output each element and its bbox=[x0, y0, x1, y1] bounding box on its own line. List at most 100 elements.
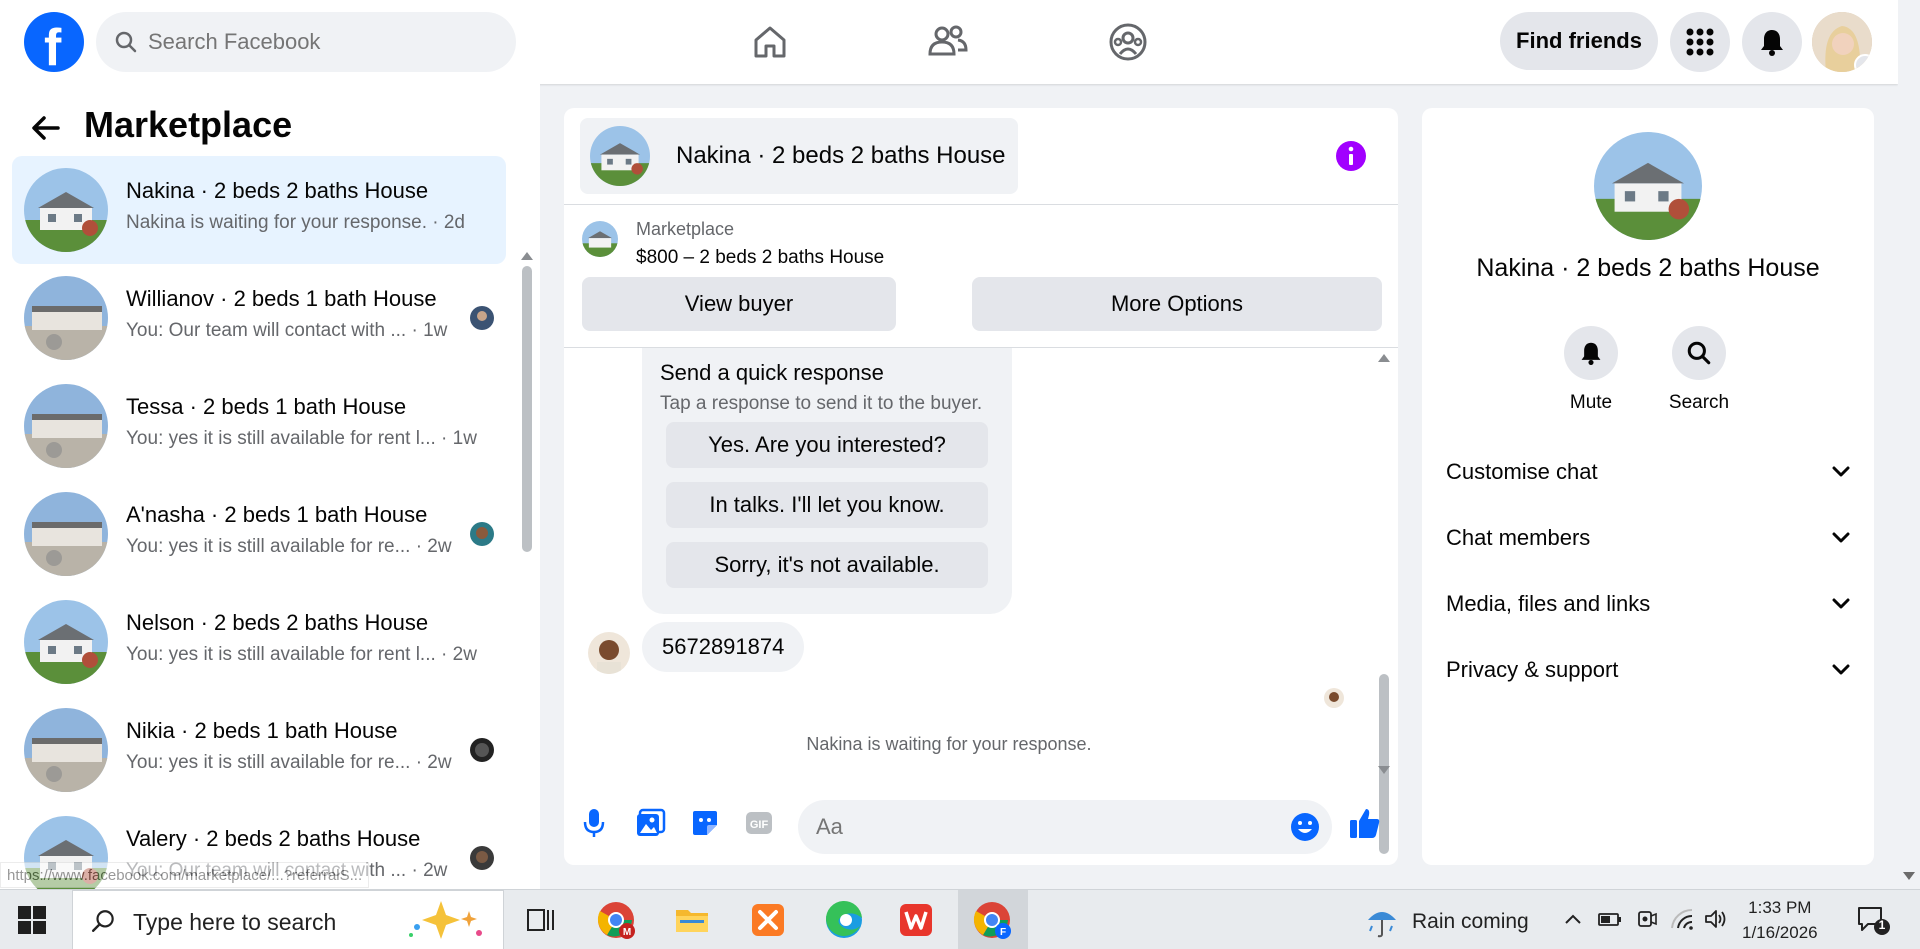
taskbar-search[interactable]: Type here to search bbox=[72, 890, 504, 949]
camera-icon[interactable] bbox=[1636, 908, 1658, 930]
status-url-hint: https://www.facebook.com/marketplace/...… bbox=[0, 862, 370, 888]
top-navigation-bar: f Find friends bbox=[0, 0, 1898, 84]
windows-start-icon[interactable] bbox=[18, 906, 46, 934]
chat-scrollbar[interactable] bbox=[1376, 354, 1392, 854]
svg-text:M: M bbox=[623, 927, 631, 938]
wps-office-icon[interactable] bbox=[894, 898, 938, 942]
quick-response-title: Send a quick response bbox=[660, 360, 884, 385]
gif-icon[interactable]: GIF bbox=[744, 808, 774, 838]
battery-icon[interactable] bbox=[1598, 908, 1622, 930]
quick-response-button[interactable]: Yes. Are you interested? bbox=[666, 422, 988, 468]
conversation-preview: You: yes it is still available for re...… bbox=[126, 752, 452, 773]
conversation-preview: Nakina is waiting for your response. · 2… bbox=[126, 212, 465, 233]
quick-response-button[interactable]: Sorry, it's not available. bbox=[666, 542, 988, 588]
microphone-icon[interactable] bbox=[582, 808, 606, 838]
listing-thumbnail bbox=[1594, 132, 1702, 240]
scroll-up-icon[interactable] bbox=[1378, 354, 1390, 362]
edge-icon[interactable] bbox=[822, 898, 866, 942]
view-buyer-button[interactable]: View buyer bbox=[582, 277, 896, 331]
menu-button[interactable] bbox=[1670, 12, 1730, 72]
find-friends-button[interactable]: Find friends bbox=[1500, 12, 1658, 70]
conversation-item[interactable]: A'nasha · 2 beds 1 bath House You: yes i… bbox=[12, 480, 506, 588]
more-options-button[interactable]: More Options bbox=[972, 277, 1382, 331]
message-input-box[interactable] bbox=[798, 800, 1332, 854]
conversation-item[interactable]: Nakina · 2 beds 2 baths House Nakina is … bbox=[12, 156, 506, 264]
conversation-item[interactable]: Nikia · 2 beds 1 bath House You: yes it … bbox=[12, 696, 506, 804]
friends-icon[interactable] bbox=[926, 20, 970, 64]
like-thumbs-up-icon[interactable] bbox=[1348, 806, 1382, 840]
sender-avatar[interactable] bbox=[588, 632, 630, 674]
profile-avatar[interactable] bbox=[1812, 12, 1872, 72]
search-label: Search bbox=[1668, 392, 1730, 413]
scroll-down-icon[interactable] bbox=[1378, 766, 1390, 774]
listing-thumbnail bbox=[590, 126, 650, 186]
info-icon[interactable] bbox=[1335, 140, 1367, 172]
conversation-item[interactable]: Willianov · 2 beds 1 bath House You: Our… bbox=[12, 264, 506, 372]
conversation-preview: You: yes it is still available for rent … bbox=[126, 428, 477, 449]
listing-source: Marketplace bbox=[636, 219, 735, 239]
quick-response-button[interactable]: In talks. I'll let you know. bbox=[666, 482, 988, 528]
mute-action[interactable]: Mute bbox=[1546, 326, 1636, 414]
sidebar-scrollbar[interactable] bbox=[520, 174, 534, 874]
weather-widget[interactable]: Rain coming bbox=[1364, 904, 1529, 940]
privacy-support-section[interactable]: Privacy & support bbox=[1446, 650, 1850, 690]
search-action[interactable]: Search bbox=[1654, 326, 1744, 414]
media-files-links-section[interactable]: Media, files and links bbox=[1446, 584, 1850, 624]
svg-text:GIF: GIF bbox=[750, 819, 769, 831]
conversation-name: Nakina · 2 beds 2 baths House bbox=[126, 178, 429, 203]
listing-price[interactable]: $800 – 2 beds 2 baths House bbox=[636, 247, 884, 269]
scroll-down-icon[interactable] bbox=[1903, 872, 1915, 880]
task-view-icon[interactable] bbox=[518, 898, 562, 942]
customise-chat-section[interactable]: Customise chat bbox=[1446, 452, 1850, 492]
system-clock[interactable]: 1:33 PM 1/16/2026 bbox=[1742, 895, 1818, 945]
scrollbar-thumb[interactable] bbox=[522, 266, 532, 552]
listing-thumbnail bbox=[24, 708, 108, 792]
back-arrow-icon[interactable] bbox=[30, 112, 62, 144]
search-input[interactable] bbox=[148, 26, 488, 58]
conversation-item[interactable]: Nelson · 2 beds 2 baths House You: yes i… bbox=[12, 588, 506, 696]
notification-center-button[interactable]: 1 bbox=[1856, 904, 1890, 941]
search-button[interactable] bbox=[1672, 326, 1726, 380]
mute-button[interactable] bbox=[1564, 326, 1618, 380]
wifi-icon[interactable] bbox=[1670, 908, 1694, 930]
quick-response-subtitle: Tap a response to send it to the buyer. bbox=[660, 393, 983, 414]
chat-members-section[interactable]: Chat members bbox=[1446, 518, 1850, 558]
chrome-facebook-icon[interactable]: F bbox=[970, 898, 1014, 942]
buyer-avatar bbox=[470, 846, 494, 870]
message-input[interactable] bbox=[816, 812, 1256, 842]
chrome-profile-icon[interactable]: M bbox=[594, 898, 638, 942]
notification-count: 1 bbox=[1878, 918, 1886, 932]
rain-umbrella-icon bbox=[1368, 912, 1396, 938]
message-bubble[interactable]: 5672891874 bbox=[642, 622, 805, 672]
conversation-name: A'nasha · 2 beds 1 bath House bbox=[126, 502, 428, 527]
photo-icon[interactable] bbox=[636, 808, 666, 838]
conversation-item[interactable]: Tessa · 2 beds 1 bath House You: yes it … bbox=[12, 372, 506, 480]
search-box[interactable] bbox=[96, 12, 516, 72]
conversation-name: Nikia · 2 beds 1 bath House bbox=[126, 718, 398, 743]
waiting-status: Nakina is waiting for your response. bbox=[806, 734, 1092, 754]
conversation-preview: You: yes it is still available for re...… bbox=[126, 536, 452, 557]
weather-text: Rain coming bbox=[1412, 910, 1529, 933]
notifications-button[interactable] bbox=[1742, 12, 1802, 72]
chat-header[interactable]: Nakina · 2 beds 2 baths House bbox=[580, 118, 1018, 194]
conversation-preview: You: Our team will contact with ... · 1w bbox=[126, 320, 448, 341]
chevron-up-icon[interactable] bbox=[1564, 908, 1582, 930]
groups-icon[interactable] bbox=[1106, 20, 1150, 64]
emoji-icon[interactable] bbox=[1290, 812, 1320, 842]
volume-icon[interactable] bbox=[1704, 908, 1728, 930]
listing-thumbnail bbox=[24, 384, 108, 468]
grid-menu-icon bbox=[1686, 28, 1714, 56]
account-chevron-icon[interactable] bbox=[1854, 54, 1872, 72]
facebook-logo-icon[interactable]: f bbox=[24, 12, 84, 77]
buyer-avatar bbox=[470, 522, 494, 546]
listing-thumbnail bbox=[582, 221, 618, 257]
clock-time: 1:33 PM bbox=[1748, 898, 1812, 917]
home-icon[interactable] bbox=[748, 20, 792, 64]
file-explorer-icon[interactable] bbox=[670, 898, 714, 942]
clock-date: 1/16/2026 bbox=[1742, 923, 1818, 942]
sticker-icon[interactable] bbox=[690, 808, 720, 838]
window-scrollbar[interactable] bbox=[1898, 0, 1920, 889]
listing-thumbnail bbox=[24, 276, 108, 360]
scroll-up-icon[interactable] bbox=[521, 252, 533, 260]
xampp-icon[interactable] bbox=[746, 898, 790, 942]
